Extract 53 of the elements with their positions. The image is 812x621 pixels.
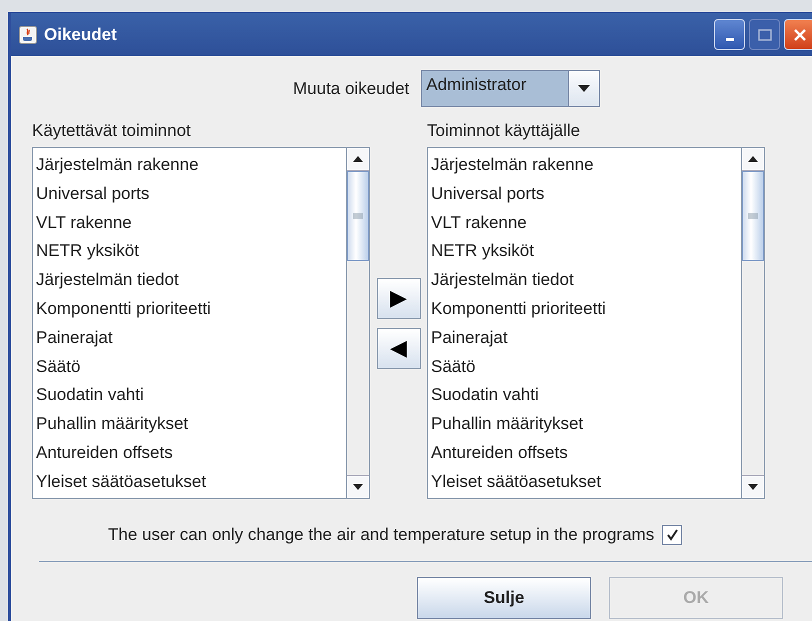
list-item[interactable]: Puhallin määritykset (431, 411, 741, 440)
minimize-button[interactable] (714, 19, 745, 50)
list-item[interactable]: Järjestelmän rakenne (36, 152, 346, 181)
list-item[interactable]: NETR yksiköt (431, 238, 741, 268)
list-item[interactable]: Järjestelmän rakenne (431, 152, 741, 181)
minimize-icon (726, 38, 734, 41)
close-button[interactable] (784, 19, 812, 50)
scrollbar[interactable] (741, 148, 764, 498)
list-item[interactable]: Järjestelmän tiedot (36, 267, 346, 296)
permission-label: Muuta oikeudet (293, 78, 410, 98)
list-item[interactable]: Universal ports (431, 180, 741, 210)
list-item[interactable]: Antureiden offsets (431, 440, 741, 469)
dialog-button[interactable]: Sulje (417, 577, 591, 619)
move-button[interactable]: ◀ (376, 328, 420, 368)
maximize-button[interactable] (749, 19, 780, 50)
list-item[interactable]: VLT rakenne (36, 210, 346, 238)
function-list[interactable] (32, 147, 370, 499)
list-item[interactable]: VLT rakenne (431, 210, 741, 238)
function-list[interactable] (427, 147, 765, 499)
down-arrow-icon (748, 484, 758, 490)
checkmark-icon (665, 528, 680, 542)
list-item[interactable]: Säätö (431, 354, 741, 382)
list-item[interactable]: Painerajat (431, 324, 741, 354)
option-label: The user can only change the air and temperature setup in the programs (108, 525, 654, 545)
checkbox[interactable] (662, 525, 682, 545)
list-title: Toiminnot käyttäjälle (427, 121, 582, 142)
list-item[interactable]: Yleiset säätöasetukset (36, 468, 346, 498)
scroll-thumb[interactable] (347, 171, 369, 261)
list-title: Käytettävät toiminnot (32, 121, 192, 142)
close-icon (792, 28, 806, 42)
list-item[interactable]: Yleiset säätöasetukset (431, 468, 741, 498)
permission-dropdown[interactable]: Administrator (421, 70, 600, 107)
caret-icon (578, 85, 590, 92)
list-item[interactable]: Järjestelmän tiedot (431, 267, 741, 296)
move-button[interactable]: ▶ (376, 278, 420, 318)
list-item[interactable]: Komponentti prioriteetti (431, 296, 741, 325)
list-item[interactable]: Suodatin vahti (431, 382, 741, 412)
list-item[interactable]: Antureiden offsets (36, 440, 346, 469)
list-item[interactable]: Suodatin vahti (36, 382, 346, 412)
up-arrow-icon (353, 156, 363, 162)
list-item[interactable]: Säätö (36, 354, 346, 382)
scroll-thumb[interactable] (742, 171, 764, 261)
down-arrow-icon (353, 484, 363, 490)
list-item[interactable]: Painerajat (36, 324, 346, 354)
scrollbar[interactable] (346, 148, 369, 498)
list-item[interactable]: Universal ports (36, 180, 346, 210)
list-item[interactable]: Komponentti prioriteetti (36, 296, 346, 325)
cup-icon (19, 26, 37, 44)
window-title: Oikeudet (44, 24, 117, 44)
maximize-icon (758, 28, 772, 40)
list-item[interactable]: Puhallin määritykset (36, 411, 346, 440)
list-item[interactable]: NETR yksiköt (36, 238, 346, 268)
up-arrow-icon (748, 156, 758, 162)
